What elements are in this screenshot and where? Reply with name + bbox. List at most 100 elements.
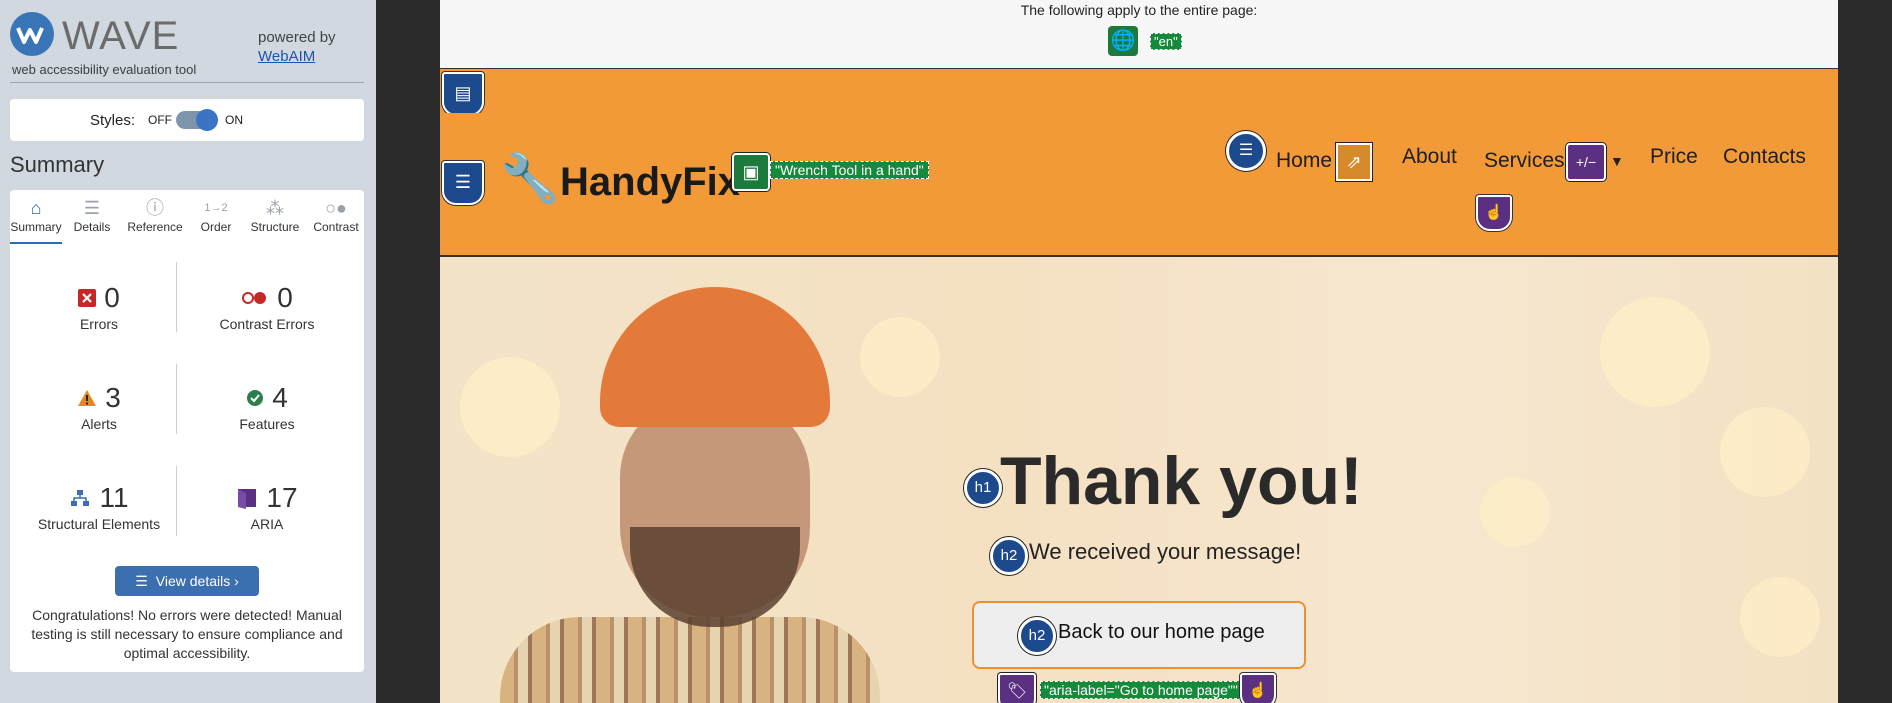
aria-count: 17 (266, 482, 298, 513)
h1-icon[interactable]: h1 (964, 469, 1002, 507)
stat-divider (176, 364, 177, 434)
apply-text: The following apply to the entire page: (1020, 2, 1258, 18)
error-icon (78, 289, 97, 307)
bokeh-light (1480, 477, 1550, 547)
unordered-list-icon[interactable]: ☰ (1226, 131, 1266, 171)
nav-home[interactable]: Home (1276, 149, 1332, 173)
aria-tabindex-icon[interactable]: ☝ (1240, 673, 1276, 703)
powered-by: powered by WebAIM (258, 28, 336, 66)
stat-alerts[interactable]: 3 Alerts (24, 382, 174, 432)
header-bar: ▤ (440, 68, 1838, 116)
stat-structural[interactable]: 11 Structural Elements (24, 482, 174, 532)
wave-sidebar: WAVE web accessibility evaluation tool p… (0, 0, 376, 703)
alerts-count: 3 (105, 382, 121, 413)
aria-icon (238, 489, 257, 509)
stat-errors[interactable]: 0 Errors (24, 282, 174, 332)
home-icon: ⌂ (30, 198, 42, 218)
tab-order[interactable]: 1→2 Order (194, 190, 238, 242)
webaim-link[interactable]: WebAIM (258, 48, 315, 65)
page-preview: The following apply to the entire page: … (440, 0, 1838, 703)
errors-label: Errors (79, 316, 119, 332)
tab-label: Contrast (313, 220, 359, 234)
bokeh-light (1600, 297, 1710, 407)
structure-icon (71, 490, 90, 506)
logo-alt-tag: "Wrench Tool in a hand" (770, 161, 929, 179)
stat-aria[interactable]: 17 ARIA (192, 482, 342, 532)
wave-tagline: web accessibility evaluation tool (12, 62, 197, 77)
language-globe-icon[interactable]: 🌐 (1108, 26, 1138, 56)
site-header: ☰ 🔧 HandyFix ▣ "Wrench Tool in a hand" ☰… (440, 113, 1838, 257)
nav-about[interactable]: About (1402, 145, 1457, 169)
errors-count: 0 (104, 282, 120, 313)
page-heading: Thank you! (1000, 443, 1363, 519)
styles-label: Styles: (90, 112, 136, 129)
page-subheading: We received your message! (1029, 539, 1302, 564)
hard-hat (600, 287, 830, 427)
styles-toggle-box: Styles: OFF ON (10, 99, 364, 141)
toggle-knob (196, 109, 218, 131)
redundant-link-alert-icon[interactable]: ⇗ (1336, 143, 1372, 181)
tab-structure[interactable]: ⁂ Structure (246, 190, 304, 242)
divider (10, 82, 364, 83)
styles-off-label: OFF (148, 113, 172, 127)
image-alt-icon[interactable]: ▣ (732, 153, 770, 191)
tab-label: Details (73, 220, 111, 234)
brand-name[interactable]: HandyFix (560, 160, 740, 205)
styles-toggle[interactable] (176, 109, 218, 131)
structural-count: 11 (99, 482, 129, 513)
summary-panel: ⌂ Summary ☰ Details ⓘ Reference 1→2 Orde… (10, 190, 364, 672)
tab-label: Structure (250, 220, 300, 234)
h2-icon[interactable]: h2 (990, 537, 1028, 575)
nav-contacts[interactable]: Contacts (1723, 145, 1806, 169)
contrast-icon: ○● (325, 198, 347, 218)
nav-services[interactable]: Services (1484, 149, 1565, 173)
header-region-icon[interactable]: ▤ (442, 72, 484, 116)
wave-logo-text: WAVE (62, 14, 180, 58)
structure-icon: ⁂ (266, 198, 284, 218)
bokeh-light (460, 357, 560, 457)
bokeh-light (1740, 577, 1820, 657)
view-details-label: View details › (155, 573, 239, 589)
nav-price[interactable]: Price (1650, 145, 1698, 169)
page-level-annotations: The following apply to the entire page: … (440, 0, 1838, 68)
aria-label: ARIA (250, 516, 284, 532)
summary-title: Summary (10, 152, 105, 177)
alerts-label: Alerts (81, 416, 117, 432)
hero-section: h1 Thank you! h2 We received your messag… (440, 257, 1838, 703)
tab-summary[interactable]: ⌂ Summary (10, 190, 62, 244)
nav-region-icon[interactable]: ☰ (442, 161, 484, 205)
tab-reference[interactable]: ⓘ Reference (124, 190, 186, 242)
bokeh-light (860, 317, 940, 397)
wave-tabs: ⌂ Summary ☰ Details ⓘ Reference 1→2 Orde… (10, 190, 364, 244)
tab-label: Summary (10, 220, 62, 234)
styles-on-label: ON (225, 113, 243, 127)
aria-label-tag-icon[interactable]: 🏷 (998, 673, 1036, 703)
powered-by-label: powered by (258, 29, 336, 46)
stat-divider (176, 466, 177, 536)
stat-contrast-errors[interactable]: 0 Contrast Errors (192, 282, 342, 332)
aria-label-tag: "aria-label="Go to home page"" (1040, 681, 1242, 699)
chevron-down-icon[interactable]: ▼ (1610, 153, 1624, 169)
home-page-button[interactable]: h2 Back to our home page (972, 601, 1306, 669)
bokeh-light (1720, 407, 1810, 497)
view-details-button[interactable]: ☰ View details › (115, 566, 259, 596)
contrast-errors-count: 0 (277, 282, 293, 313)
h2-icon[interactable]: h2 (1018, 617, 1056, 655)
features-count: 4 (272, 382, 288, 413)
tab-contrast[interactable]: ○● Contrast (308, 190, 364, 242)
structural-label: Structural Elements (37, 516, 161, 532)
language-tag: "en" (1150, 33, 1182, 50)
congrats-message: Congratulations! No errors were detected… (31, 607, 343, 661)
features-label: Features (239, 416, 295, 432)
tab-label: Reference (127, 220, 183, 234)
aria-tabindex-icon[interactable]: ☝ (1476, 195, 1512, 231)
aria-expanded-icon[interactable]: +/− (1566, 143, 1606, 181)
tab-details[interactable]: ☰ Details (68, 190, 116, 242)
stat-features[interactable]: 4 Features (192, 382, 342, 432)
contrast-errors-label: Contrast Errors (219, 316, 315, 332)
worker-shirt (500, 617, 880, 703)
tab-label: Order (200, 220, 232, 234)
stat-divider (176, 262, 177, 332)
wrench-hand-icon: 🔧 (500, 153, 560, 206)
list-icon: ☰ (83, 198, 101, 218)
